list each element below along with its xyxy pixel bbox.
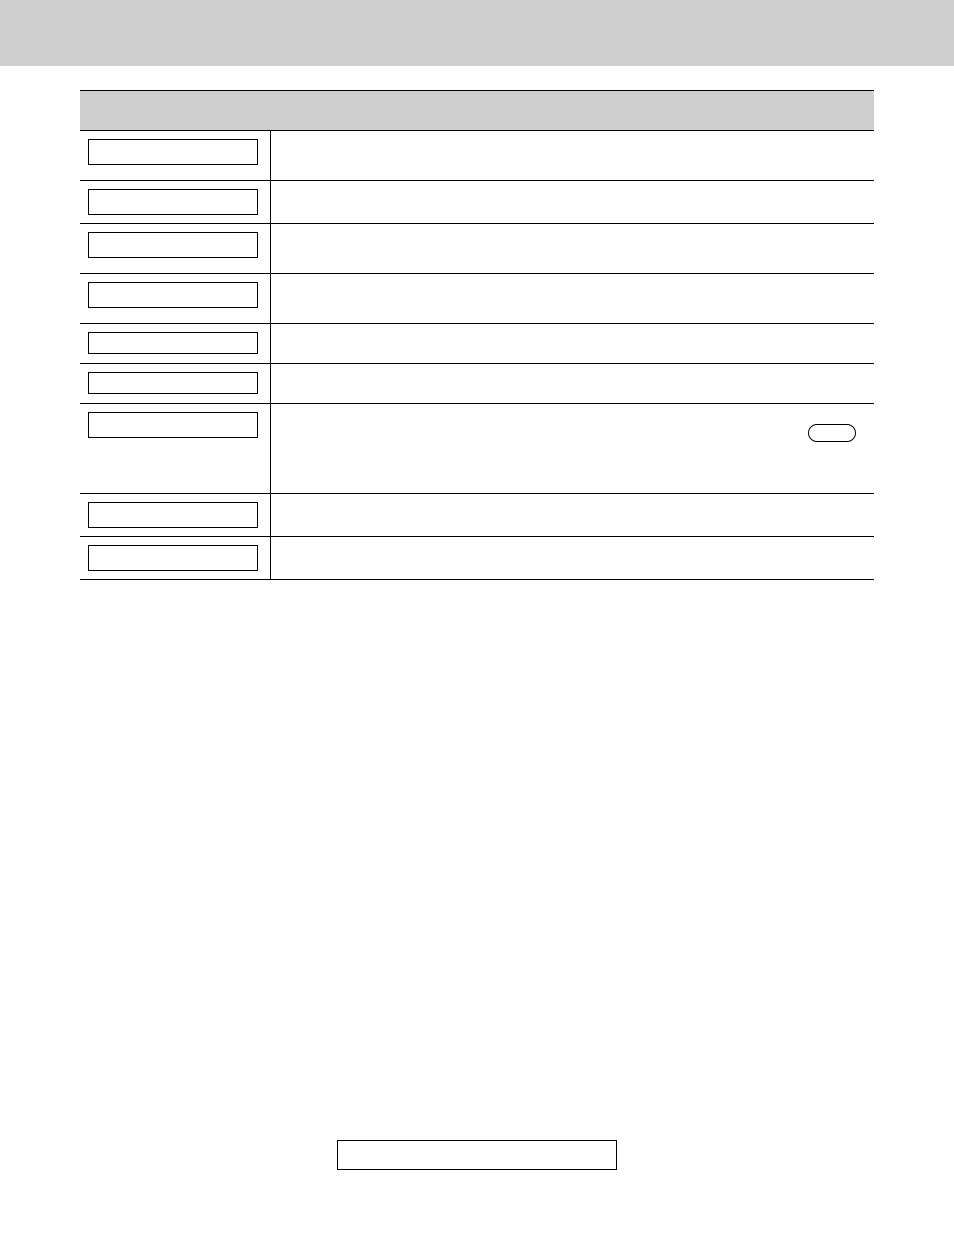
table-header-col1: [80, 91, 270, 131]
row-desc: [270, 494, 874, 537]
menu-button[interactable]: [88, 545, 258, 571]
row-desc: [270, 404, 874, 494]
row-desc: [270, 324, 874, 364]
row-desc: [270, 274, 874, 324]
row-desc: [270, 224, 874, 274]
menu-button[interactable]: [88, 282, 258, 308]
settings-table: [80, 90, 874, 580]
menu-button[interactable]: [88, 232, 258, 258]
table-row: [80, 364, 874, 404]
header-band: [0, 0, 954, 66]
menu-button[interactable]: [88, 332, 258, 354]
table-row: [80, 537, 874, 580]
menu-button[interactable]: [88, 139, 258, 165]
key-pill-icon: [808, 424, 856, 442]
menu-button[interactable]: [88, 412, 258, 438]
menu-button[interactable]: [88, 372, 258, 394]
table-row: [80, 494, 874, 537]
table-row: [80, 181, 874, 224]
footer-note-box: [337, 1140, 617, 1170]
table-header-row: [80, 91, 874, 131]
table-row: [80, 324, 874, 364]
table-row: [80, 404, 874, 494]
row-desc: [270, 181, 874, 224]
row-desc: [270, 537, 874, 580]
row-desc: [270, 131, 874, 181]
page-content: [0, 66, 954, 1170]
table-row: [80, 224, 874, 274]
menu-button[interactable]: [88, 189, 258, 215]
table-row: [80, 274, 874, 324]
menu-button[interactable]: [88, 502, 258, 528]
table-header-col2: [270, 91, 874, 131]
row-desc: [270, 364, 874, 404]
table-row: [80, 131, 874, 181]
